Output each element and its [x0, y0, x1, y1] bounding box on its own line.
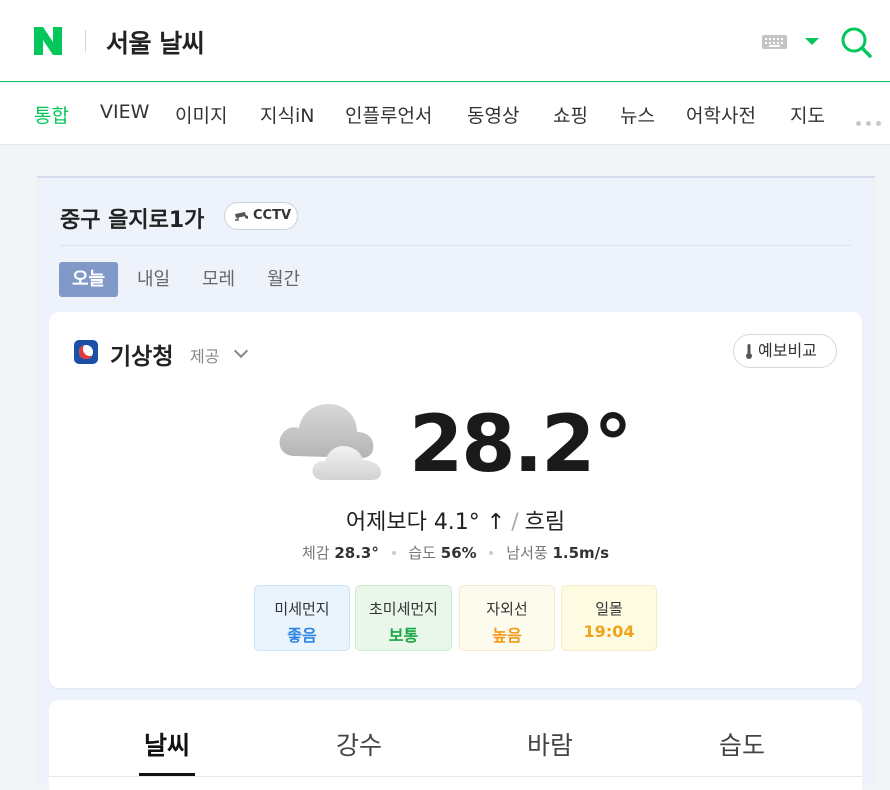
- compare-yesterday: 어제보다 4.1° ↑: [345, 510, 506, 535]
- weather-details: 체감 28.3° 습도 56% 남서풍 1.5m/s: [49, 542, 862, 563]
- chart-tabs-card: 날씨 강수 바람 습도: [49, 700, 862, 790]
- kma-logo-icon: [74, 340, 98, 364]
- indicator-title: 자외선: [486, 600, 528, 618]
- cctv-icon: [235, 212, 248, 221]
- feels-label: 체감: [301, 544, 330, 562]
- indicator-value: 좋음: [287, 626, 317, 645]
- naver-logo[interactable]: [32, 25, 64, 57]
- cctv-label: CCTV: [253, 208, 292, 223]
- keyboard-icon[interactable]: [762, 35, 787, 49]
- tab-integrated[interactable]: 통합: [34, 101, 69, 128]
- wind-value: 1.5m/s: [552, 544, 610, 562]
- search-icon[interactable]: [840, 26, 872, 58]
- indicator-sunset[interactable]: 일몰 19:04: [561, 585, 657, 651]
- current-temperature: 28.2°: [409, 400, 632, 490]
- tab-humidity[interactable]: 습도: [719, 726, 765, 762]
- indicator-title: 일몰: [595, 600, 623, 618]
- weather-condition: 흐림: [524, 510, 566, 535]
- tab-precipitation[interactable]: 강수: [336, 726, 382, 762]
- indicator-fine-dust[interactable]: 미세먼지 좋음: [254, 585, 350, 651]
- day-tab-day-after[interactable]: 모레: [202, 262, 235, 297]
- search-query[interactable]: 서울 날씨: [106, 24, 205, 60]
- indicator-uv[interactable]: 자외선 높음: [459, 585, 555, 651]
- tab-view[interactable]: VIEW: [100, 101, 149, 123]
- indicator-title: 미세먼지: [274, 600, 330, 618]
- provider-sub: 제공: [190, 347, 220, 366]
- thermometer-icon: [746, 344, 752, 359]
- day-tab-monthly[interactable]: 월간: [267, 262, 300, 297]
- header-divider: [85, 30, 86, 52]
- tab-knowledge-in[interactable]: 지식iN: [260, 101, 314, 128]
- tab-wind[interactable]: 바람: [527, 726, 573, 762]
- forecast-compare-button[interactable]: 예보비교: [733, 334, 837, 368]
- tab-map[interactable]: 지도: [790, 101, 825, 128]
- tab-news[interactable]: 뉴스: [620, 101, 655, 128]
- location-name[interactable]: 중구 을지로1가: [60, 202, 204, 234]
- cctv-button[interactable]: CCTV: [224, 202, 298, 230]
- indicator-title: 초미세먼지: [368, 600, 438, 618]
- more-icon[interactable]: [856, 111, 886, 130]
- tab-video[interactable]: 동영상: [467, 101, 519, 128]
- day-tab-today[interactable]: 오늘: [59, 262, 118, 297]
- indicator-value: 보통: [388, 626, 419, 645]
- header: 서울 날씨: [0, 0, 890, 82]
- wind-label: 남서풍: [506, 544, 548, 562]
- tab-images[interactable]: 이미지: [175, 101, 227, 128]
- humidity-value: 56%: [440, 544, 477, 562]
- forecast-compare-label: 예보비교: [758, 341, 817, 360]
- weather-summary: 어제보다 4.1° ↑ / 흐림: [345, 510, 566, 535]
- current-weather-card: 기상청 제공 예보비교 28.2° 어제보다 4.1° ↑ / 흐림 체감 28…: [49, 312, 862, 688]
- humidity-label: 습도: [408, 544, 437, 562]
- cloud-icon: [279, 404, 381, 480]
- provider-name[interactable]: 기상청: [110, 337, 173, 371]
- chevron-down-icon[interactable]: [233, 343, 249, 359]
- tab-divider: [49, 776, 862, 777]
- tab-weather[interactable]: 날씨: [144, 726, 190, 762]
- day-tab-tomorrow[interactable]: 내일: [137, 262, 170, 297]
- weather-module: 중구 을지로1가 CCTV 오늘 내일 모레 월간 기상청 제공 예보비교 28…: [37, 176, 875, 790]
- tab-dictionary[interactable]: 어학사전: [686, 101, 756, 128]
- indicator-ultrafine-dust[interactable]: 초미세먼지 보통: [355, 585, 452, 651]
- feels-value: 28.3°: [334, 544, 379, 562]
- tab-influencer[interactable]: 인플루언서: [345, 101, 432, 128]
- tab-shopping[interactable]: 쇼핑: [553, 101, 588, 128]
- caret-down-icon[interactable]: [805, 38, 819, 45]
- indicator-value: 높음: [492, 626, 522, 645]
- indicator-value: 19:04: [583, 622, 635, 641]
- search-tabs: 통합 VIEW 이미지 지식iN 인플루언서 동영상 쇼핑 뉴스 어학사전 지도: [0, 83, 890, 145]
- divider: [60, 245, 851, 246]
